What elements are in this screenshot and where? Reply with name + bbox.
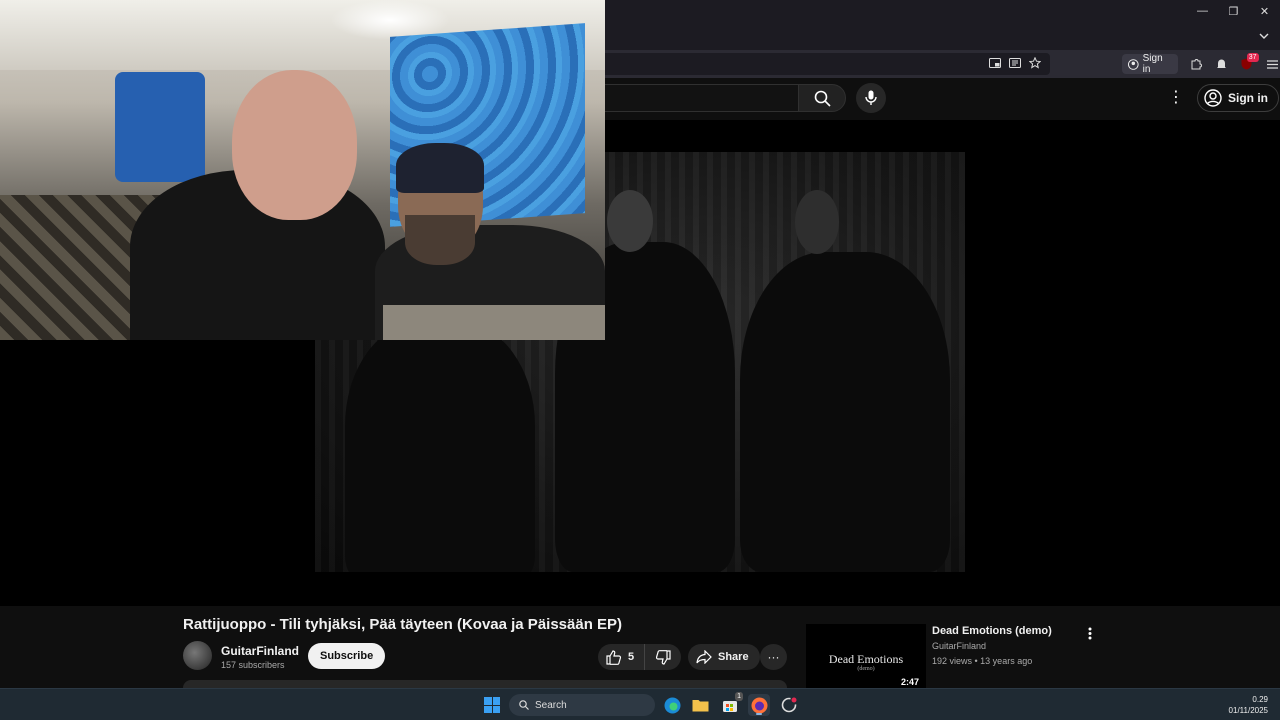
video-player[interactable] (0, 0, 1280, 606)
bell-icon (1216, 59, 1226, 68)
video-duration: 2:47 (897, 676, 922, 688)
edge-icon (664, 697, 680, 713)
band-member-head (795, 190, 839, 254)
hamburger-icon (1266, 59, 1278, 69)
picture-in-picture-icon[interactable] (988, 56, 1002, 70)
band-member (740, 252, 950, 572)
clock-date: 01/11/2025 (1228, 706, 1268, 715)
like-dislike-group: 5 (598, 644, 682, 670)
webcam-table (383, 305, 605, 340)
ublock-button[interactable]: 37 (1239, 53, 1259, 72)
video-title: Rattijuoppo - Tili tyhjäksi, Pää täyteen… (183, 616, 623, 633)
user-circle-icon (1204, 89, 1222, 107)
share-button[interactable]: Share (688, 644, 760, 670)
puzzle-icon (1191, 59, 1202, 70)
address-bar[interactable] (560, 53, 1050, 75)
webcam-beanie (396, 143, 484, 193)
taskbar-search-label: Search (535, 699, 567, 711)
kebab-menu-icon (1088, 627, 1092, 639)
system-clock[interactable]: 0.29 01/11/2025 (1229, 694, 1268, 716)
account-icon (1128, 58, 1139, 70)
folder-icon (692, 700, 708, 712)
recommended-title[interactable]: Dead Emotions (demo) (932, 625, 1052, 637)
taskbar-edge[interactable] (661, 694, 683, 716)
subscriber-count: 157 subscribers (221, 660, 285, 670)
window-controls: — ❐ ✕ (1187, 0, 1280, 22)
channel-avatar[interactable] (183, 641, 212, 670)
webcam-beard (405, 215, 475, 265)
thumbnail-subtitle: (demo) (857, 666, 875, 672)
taskbar-search[interactable]: Search (509, 694, 655, 716)
share-icon (696, 650, 712, 664)
windows-taskbar: Search 1 0.29 01/11/2025 (0, 688, 1280, 720)
recommended-channel[interactable]: GuitarFinland (932, 641, 986, 651)
store-badge: 1 (735, 692, 743, 701)
channel-name[interactable]: GuitarFinland (221, 644, 299, 658)
webcam-overlay (0, 0, 605, 340)
dislike-button[interactable] (645, 644, 681, 670)
reader-view-icon[interactable] (1008, 56, 1022, 70)
settings-more-button[interactable]: ⋮ (1166, 87, 1186, 107)
taskbar-store[interactable]: 1 (719, 692, 743, 716)
subscribe-button[interactable]: Subscribe (308, 643, 386, 669)
search-button[interactable] (798, 84, 846, 112)
share-label: Share (718, 651, 749, 663)
windows-logo-icon (484, 697, 492, 705)
thumbnail-title: Dead Emotions (828, 652, 904, 666)
active-indicator (756, 713, 762, 715)
band-member-head (607, 190, 653, 252)
description-box[interactable] (183, 680, 787, 688)
like-count: 5 (628, 651, 635, 663)
taskbar-app-extra[interactable] (778, 694, 800, 716)
tab-list-button[interactable] (1254, 26, 1274, 46)
account-button[interactable]: Sign in (1122, 53, 1179, 75)
close-button[interactable]: ✕ (1249, 0, 1280, 22)
youtube-signin-button[interactable]: Sign in (1197, 84, 1279, 112)
webcam-bag (115, 72, 205, 182)
toolbar-right: Sign in 37 (1122, 53, 1280, 75)
search-icon (814, 90, 831, 107)
bookmark-star-icon[interactable] (1028, 56, 1042, 70)
account-label: Sign in (1142, 53, 1163, 75)
taskbar-file-explorer[interactable] (689, 694, 711, 716)
refresh-circle-icon (781, 697, 797, 713)
microphone-icon (865, 90, 877, 105)
thumbs-down-icon (656, 649, 671, 665)
voice-search-button[interactable] (856, 83, 886, 113)
ublock-count: 37 (1246, 53, 1259, 62)
video-info-section: Rattijuoppo - Tili tyhjäksi, Pää täyteen… (0, 606, 1280, 688)
maximize-button[interactable]: ❐ (1218, 0, 1249, 22)
thumbs-up-icon (606, 649, 622, 665)
minimize-button[interactable]: — (1187, 0, 1218, 22)
chevron-down-icon (1259, 33, 1269, 39)
webcam-person-left-head (232, 70, 357, 220)
recommended-meta: 192 views • 13 years ago (932, 656, 1033, 666)
clock-time: 0.29 (1252, 695, 1268, 704)
start-button[interactable] (484, 697, 500, 713)
band-member (345, 322, 535, 572)
more-actions-button[interactable]: ··· (760, 644, 787, 670)
menu-button[interactable] (1265, 56, 1280, 72)
recommended-menu-button[interactable] (1082, 624, 1098, 642)
taskbar-firefox[interactable] (748, 694, 770, 716)
like-button[interactable]: 5 (598, 644, 646, 670)
recommended-thumbnail[interactable]: Dead Emotions (demo) 2:47 (806, 624, 926, 688)
firefox-icon (751, 697, 767, 713)
extensions-button[interactable] (1188, 56, 1203, 72)
search-icon (519, 700, 529, 710)
address-bar-icons (988, 56, 1042, 70)
extension-notify-button[interactable] (1214, 56, 1229, 72)
signin-label: Sign in (1228, 91, 1268, 105)
